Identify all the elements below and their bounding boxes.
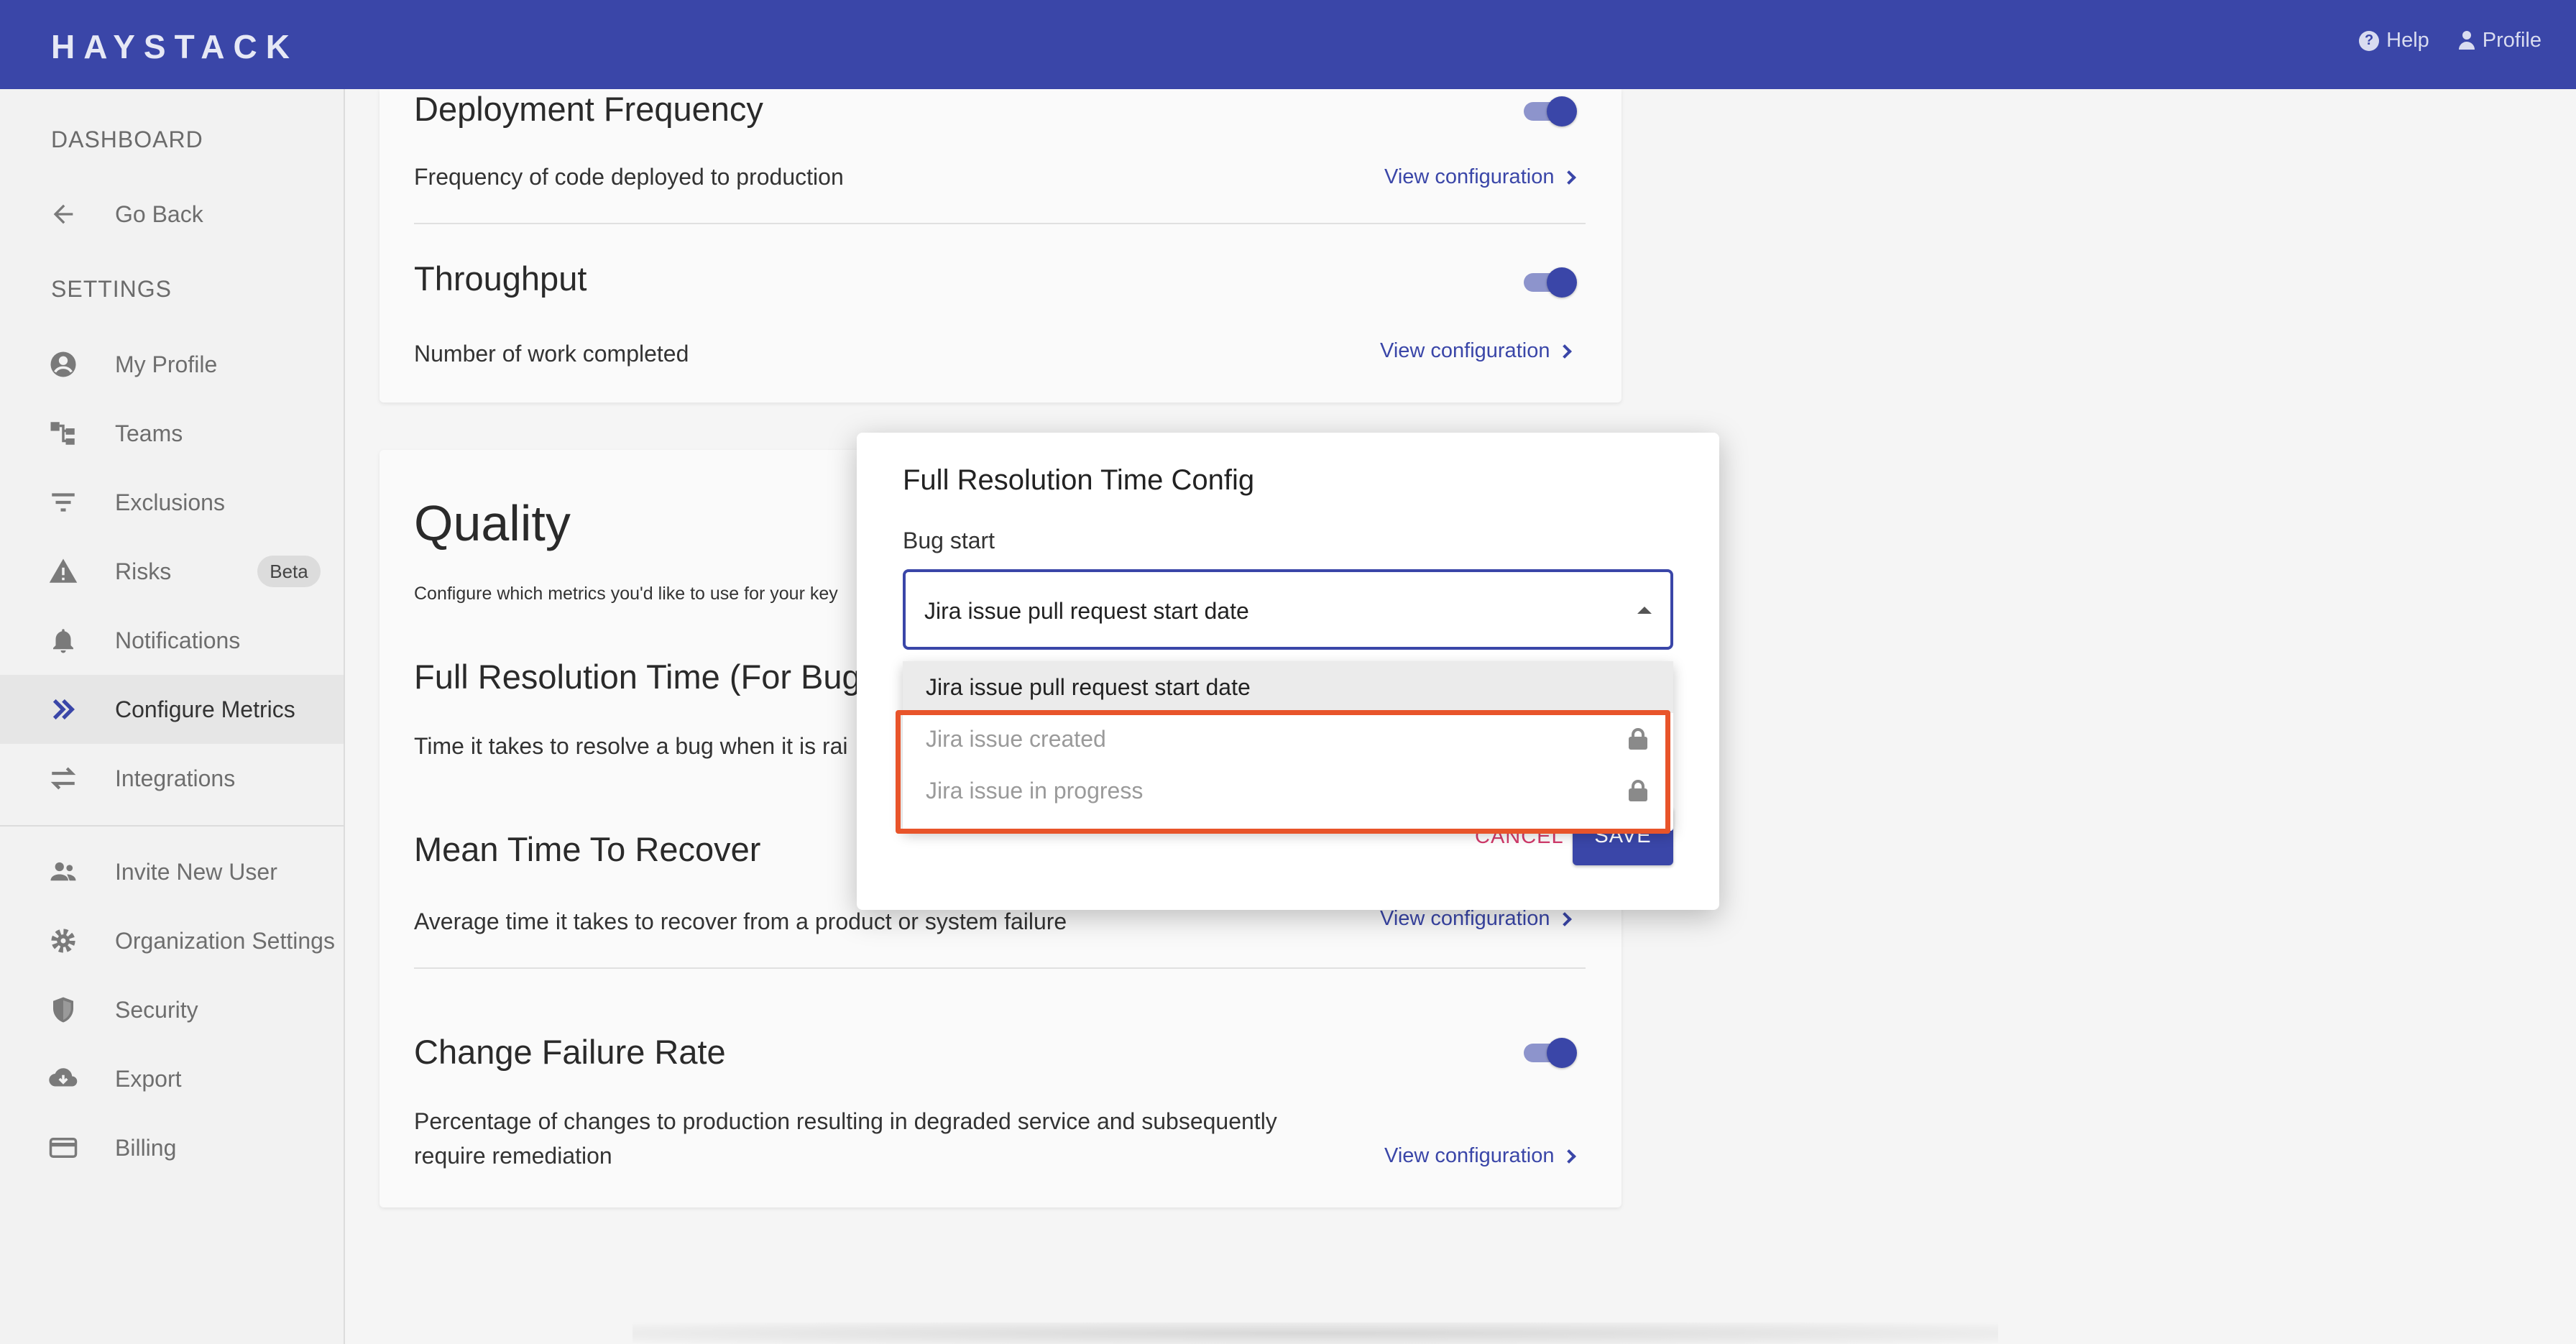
sidebar-item-label: Integrations [115,765,236,791]
sidebar-item-label: Risks [115,558,172,584]
full-resolution-time-desc: Time it takes to resolve a bug when it i… [414,733,848,759]
sidebar-item-exclusions[interactable]: Exclusions [0,468,344,537]
bell-icon [47,625,79,656]
throughput-title: Throughput [414,259,587,298]
metric-divider [414,967,1586,969]
deployment-frequency-desc: Frequency of code deployed to production [414,164,844,190]
bug-start-select[interactable]: Jira issue pull request start date [903,569,1673,650]
sidebar-item-my-profile[interactable]: My Profile [0,330,344,399]
sidebar-item-label: Export [115,1065,182,1092]
account-circle-icon [47,349,79,380]
sidebar-item-teams[interactable]: Teams [0,399,344,468]
sidebar-item-label: Security [115,996,198,1023]
sidebar-item-go-back[interactable]: Go Back [0,180,344,249]
sidebar-item-organization-settings[interactable]: Organization Settings [0,906,344,975]
change-failure-rate-title: Change Failure Rate [414,1033,726,1071]
gear-icon [47,925,79,957]
help-icon: ? [2359,30,2380,51]
top-nav: ? Help Profile [2359,29,2542,52]
chevron-right-icon [1558,344,1573,359]
shield-icon [47,994,79,1026]
lock-icon [1629,780,1647,801]
warning-icon [47,556,79,587]
sidebar-item-billing[interactable]: Billing [0,1113,344,1182]
lock-icon [1629,728,1647,750]
sidebar-item-risks[interactable]: Risks Beta [0,537,344,606]
throughput-toggle[interactable] [1521,266,1577,298]
caret-up-icon [1637,607,1652,614]
profile-link[interactable]: Profile [2458,29,2542,52]
view-config-label: View configuration [1380,907,1550,930]
bottom-shadow [632,1322,1998,1344]
filter-icon [47,487,79,518]
chevron-right-icon [1562,1149,1577,1164]
throughput-desc: Number of work completed [414,341,689,367]
deployment-frequency-view-config-link[interactable]: View configuration [1384,165,1577,189]
change-failure-rate-view-config-link[interactable]: View configuration [1384,1144,1577,1168]
sidebar-divider [0,825,344,827]
dialog-title: Full Resolution Time Config [903,464,1255,496]
metric-divider [414,223,1586,224]
person-icon [2458,30,2475,51]
mttr-view-config-link[interactable]: View configuration [1380,907,1573,931]
option-label: Jira issue created [926,725,1106,752]
sidebar-item-label: Configure Metrics [115,696,295,722]
sidebar-item-notifications[interactable]: Notifications [0,606,344,675]
dashboard-heading: DASHBOARD [51,126,203,152]
sidebar: DASHBOARD Go Back SETTINGS My Profile Te… [0,89,345,1344]
sidebar-item-label: Exclusions [115,489,225,515]
sidebar-item-label: Organization Settings [115,927,335,954]
haystack-logo[interactable]: HAYSTACK [51,27,298,66]
bug-start-label: Bug start [903,528,995,553]
mttr-title: Mean Time To Recover [414,830,761,868]
help-link[interactable]: ? Help [2359,29,2429,52]
option-pull-request-start-date[interactable]: Jira issue pull request start date [903,661,1673,713]
help-label: Help [2386,29,2429,52]
people-icon [47,856,79,888]
top-app-bar: HAYSTACK ? Help Profile [0,0,2576,89]
teams-icon [47,418,79,449]
view-config-label: View configuration [1384,165,1555,188]
quality-subheading: Configure which metrics you'd like to us… [414,584,838,604]
deployment-frequency-toggle[interactable] [1521,95,1577,126]
option-jira-issue-created[interactable]: Jira issue created [903,713,1673,765]
profile-label: Profile [2482,29,2542,52]
view-config-label: View configuration [1380,339,1550,362]
sidebar-item-export[interactable]: Export [0,1044,344,1113]
full-resolution-time-title: Full Resolution Time (For Bug [414,658,861,696]
change-failure-rate-desc-line1: Percentage of changes to production resu… [414,1108,1277,1134]
sidebar-item-integrations[interactable]: Integrations [0,744,344,813]
option-label: Jira issue in progress [926,777,1144,804]
arrow-left-icon [47,198,79,230]
double-chevron-icon [47,694,79,725]
sidebar-item-label: Go Back [115,201,203,227]
deployment-frequency-title: Deployment Frequency [414,90,763,128]
sidebar-item-label: Teams [115,420,183,446]
credit-card-icon [47,1132,79,1164]
sidebar-item-label: Billing [115,1134,177,1161]
quality-heading: Quality [414,495,571,551]
beta-badge: Beta [257,556,321,587]
sidebar-item-label: My Profile [115,351,218,377]
chevron-right-icon [1562,170,1577,185]
option-jira-issue-in-progress[interactable]: Jira issue in progress [903,765,1673,816]
sidebar-item-label: Invite New User [115,858,277,885]
option-label: Jira issue pull request start date [926,673,1251,700]
throughput-view-config-link[interactable]: View configuration [1380,339,1573,363]
chevron-right-icon [1558,911,1573,926]
cloud-download-icon [47,1063,79,1095]
sidebar-item-invite-new-user[interactable]: Invite New User [0,837,344,906]
velocity-metrics-card: Deployment Frequency Frequency of code d… [380,89,1622,402]
sidebar-item-label: Notifications [115,627,241,653]
change-failure-rate-desc-line2: require remediation [414,1143,612,1169]
settings-heading: SETTINGS [51,276,172,302]
view-config-label: View configuration [1384,1144,1555,1167]
change-failure-rate-toggle[interactable] [1521,1036,1577,1068]
sidebar-item-security[interactable]: Security [0,975,344,1044]
bug-start-options-menu: Jira issue pull request start date Jira … [903,661,1673,831]
bug-start-selected-value: Jira issue pull request start date [924,598,1249,624]
swap-icon [47,763,79,794]
sidebar-item-configure-metrics[interactable]: Configure Metrics [0,675,344,744]
